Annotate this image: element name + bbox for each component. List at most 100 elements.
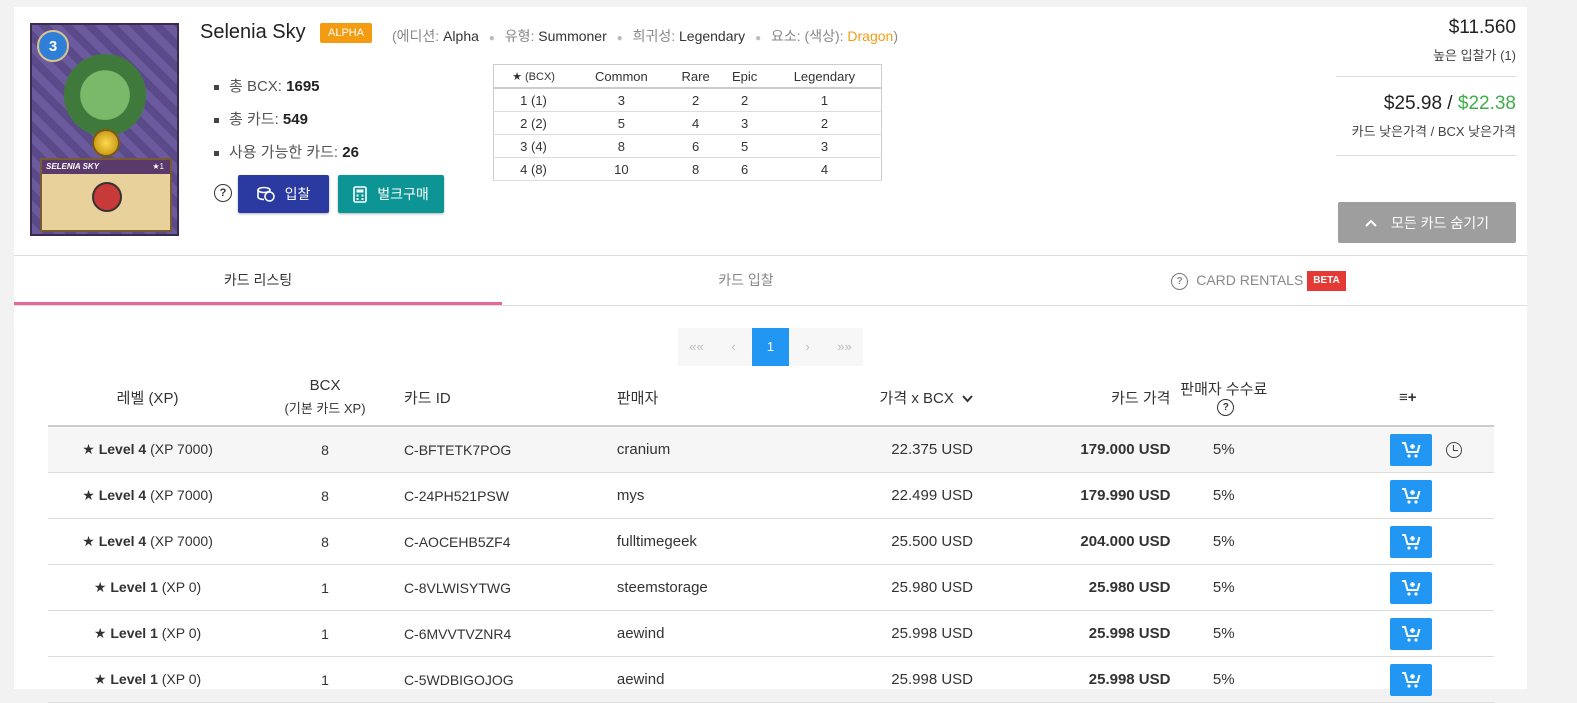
coins-icon [256,186,275,202]
hide-all-cards-label: 모든 카드 숨기기 [1391,214,1489,231]
seller-fee-cell: 5% [1171,564,1277,611]
card-id-cell[interactable]: C-5WDBIGOJOG [402,656,616,703]
mana-badge: 3 [37,30,69,62]
card-price-cell: 25.998 USD [974,656,1172,703]
add-to-cart-button[interactable] [1390,571,1433,604]
level-cell: ★ Level 1 (XP 0) [48,610,248,657]
table-row: ★ Level 4 (XP 7000) 8 C-AOCEHB5ZF4 fulltime… [48,518,1494,565]
card-image[interactable]: 3 SELENIA SKY ★1 [30,23,179,236]
col-level[interactable]: 레벨 (XP) [48,369,248,427]
actions-cell [1276,426,1494,473]
type-value: Summoner [538,28,607,44]
add-to-cart-button[interactable] [1390,617,1433,650]
level-cell: ★ Level 4 (XP 7000) [48,426,248,473]
card-price-cell: 179.000 USD [974,426,1172,473]
col-seller[interactable]: 판매자 [615,369,797,427]
seller-cell[interactable]: cranium [615,426,797,473]
page-next-button[interactable]: › [789,328,826,366]
edition-label: (에디션: [392,28,440,44]
cart-plus-icon [1402,625,1421,642]
star-icon: ★ [93,579,107,595]
bcx-header-epic: Epic [721,64,768,89]
card-id-cell[interactable]: C-24PH521PSW [402,472,616,519]
ability-icon [92,182,122,212]
page-1-button[interactable]: 1 [752,328,789,366]
bcx-cell: 1 [247,656,403,703]
add-to-cart-button[interactable] [1390,433,1433,466]
top-bid-price: $11.560 [1448,17,1516,38]
bcx-cell: 8 [247,426,403,473]
tab-card-rentals[interactable]: ? CARD RENTALS BETA [990,255,1527,305]
price-summary: $11.560 높은 입찰가 (1) $25.98 / $22.38 카드 낮은… [1336,17,1516,156]
element-close: ) [893,28,898,44]
card-summary: 3 SELENIA SKY ★1 Selenia Sky ALPHA (에디션:… [14,7,1527,256]
pagination: «« ‹ 1 › »» [678,328,863,366]
bcx-cell: 8 [247,472,403,519]
seller-fee-cell: 5% [1171,472,1277,519]
hide-all-cards-button[interactable]: 모든 카드 숨기기 [1338,202,1516,243]
bcx-cell: 1 [247,610,403,657]
cart-plus-icon [1402,579,1421,596]
bcx-cell: 8 [247,518,403,565]
add-to-cart-button[interactable] [1390,479,1433,512]
card-id-cell[interactable]: C-BFTETK7POG [402,426,616,473]
bcx-header-star: ★ (BCX) [493,64,574,89]
col-seller-fee[interactable]: 판매자 수수료 ? [1171,369,1277,427]
card-id-cell[interactable]: C-6MVVTVZNR4 [402,610,616,657]
seller-fee-cell: 5% [1171,656,1277,703]
tab-card-bids[interactable]: 카드 입찰 [502,255,990,305]
bcx-header-common: Common [573,64,670,89]
chevron-up-icon [1365,219,1377,227]
seller-cell[interactable]: fulltimegeek [615,518,797,565]
page-last-button[interactable]: »» [826,328,863,366]
bcx-row: 1 (1) 3 2 2 1 [493,88,882,112]
seller-cell[interactable]: mys [615,472,797,519]
seller-cell[interactable]: steemstorage [615,564,797,611]
table-row: ★ Level 1 (XP 0) 1 C-8VLWISYTWG steemstorag… [48,564,1494,611]
bulk-buy-label: 벌크구매 [377,186,429,202]
table-row: ★ Level 1 (XP 0) 1 C-5WDBIGOJOG aewind 25.99… [48,656,1494,703]
type-label: 유형: [504,28,535,44]
rarity-value: Legendary [679,28,746,44]
actions-cell [1276,610,1494,657]
page-first-button[interactable]: «« [678,328,715,366]
help-icon[interactable]: ? [1217,399,1235,417]
listings-table: 레벨 (XP) BCX (기본 카드 XP) 카드 ID 판매자 가격 x BCX… [48,369,1494,703]
star-icon: ★ [82,487,95,503]
bulk-buy-button[interactable]: 벌크구매 [338,175,444,213]
help-icon: ? [1171,272,1189,290]
add-to-cart-button[interactable] [1390,525,1433,558]
col-card-price[interactable]: 카드 가격 [974,369,1172,427]
bcx-level-table: ★ (BCX) Common Rare Epic Legendary 1 (1)… [493,64,882,181]
alarm-clock-icon[interactable] [1446,441,1463,458]
tab-card-listings[interactable]: 카드 리스팅 [14,255,502,305]
card-id-cell[interactable]: C-8VLWISYTWG [402,564,616,611]
element-label: 요소: (색상): [771,28,844,44]
table-row: ★ Level 4 (XP 7000) 8 C-BFTETK7POG cranium 2… [48,426,1494,473]
actions-cell [1276,564,1494,611]
cart-plus-icon [1402,533,1421,550]
add-to-cart-button[interactable] [1390,663,1433,696]
seller-cell[interactable]: aewind [615,656,797,703]
price-per-bcx-cell: 25.500 USD [796,518,974,565]
stat-total-bcx: 총 BCX: 1695 [214,75,359,108]
help-icon[interactable]: ? [214,184,232,202]
seller-fee-cell: 5% [1171,610,1277,657]
col-price-per-bcx[interactable]: 가격 x BCX [796,369,974,427]
chevron-down-icon [962,394,973,403]
card-id-cell[interactable]: C-AOCEHB5ZF4 [402,518,616,565]
stat-available-cards: 사용 가능한 카드: 26 [214,141,359,174]
seller-cell[interactable]: aewind [615,610,797,657]
active-tab-underline [14,302,502,305]
bid-button-label: 입찰 [284,186,311,202]
add-to-list-icon[interactable]: ≡+ [1399,389,1417,406]
col-bcx[interactable]: BCX (기본 카드 XP) [247,369,403,427]
bid-button[interactable]: 입찰 [238,175,329,213]
col-card-id[interactable]: 카드 ID [402,369,616,427]
page-prev-button[interactable]: ‹ [715,328,752,366]
card-price-cell: 25.980 USD [974,564,1172,611]
separator-dot: ● [755,33,762,44]
level-cell: ★ Level 4 (XP 7000) [48,518,248,565]
table-row: ★ Level 4 (XP 7000) 8 C-24PH521PSW mys 22.49… [48,472,1494,519]
card-plate: SELENIA SKY ★1 [40,158,172,232]
